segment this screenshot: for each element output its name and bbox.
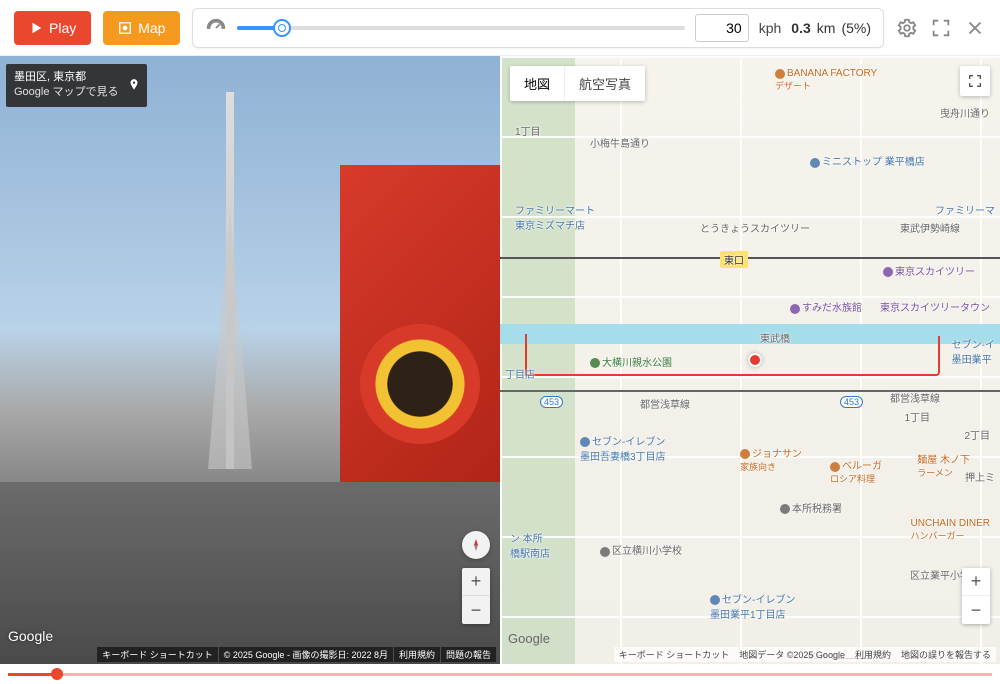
poi[interactable]: ファミリーマート 東京ミズマチ店: [515, 202, 595, 232]
speed-slider[interactable]: [237, 26, 684, 30]
google-logo: Google: [8, 628, 53, 644]
poi[interactable]: 東京スカイツリータウン: [880, 299, 990, 314]
map-icon: [118, 21, 132, 35]
distance-stats: 0.3 km (5%): [791, 20, 871, 36]
poi[interactable]: UNCHAIN DINERハンバーガー: [911, 518, 990, 542]
poi: 1丁目: [904, 409, 930, 424]
poi-exit[interactable]: 東口: [720, 251, 748, 268]
map-button[interactable]: Map: [103, 11, 180, 45]
poi[interactable]: セブン-イレブン 墨田吾妻橋3丁目店: [580, 433, 666, 463]
sv-shortcuts[interactable]: キーボード ショートカット: [96, 647, 218, 662]
route-progress[interactable]: [0, 664, 1000, 684]
poi[interactable]: セブン-イレブン 墨田業平1丁目店: [710, 591, 795, 621]
poi: 東武伊勢崎線: [900, 220, 960, 235]
settings-button[interactable]: [896, 17, 918, 39]
poi[interactable]: 丁目店: [505, 366, 535, 381]
close-icon: [964, 17, 986, 39]
poi[interactable]: すみだ水族館: [790, 299, 862, 314]
sv-terms[interactable]: 利用規約: [393, 647, 440, 662]
poi[interactable]: 麺屋 木ノ下ラーメン: [917, 451, 970, 479]
gear-icon: [896, 17, 918, 39]
sv-zoom-out[interactable]: −: [462, 596, 490, 624]
streetview-zoom: + −: [462, 568, 490, 624]
speed-unit: kph: [759, 20, 782, 36]
poi: 2丁目: [964, 427, 990, 442]
speed-slider-handle[interactable]: [273, 19, 291, 37]
route-polyline: [525, 336, 940, 376]
map-type-satellite[interactable]: 航空写真: [564, 66, 645, 101]
map-attribution: キーボード ショートカット 地図データ ©2025 Google 利用規約 地図…: [614, 647, 996, 662]
poi: 東武橋: [760, 330, 790, 345]
streetview-attribution: キーボード ショートカット © 2025 Google - 画像の撮影日: 20…: [96, 647, 496, 662]
poi[interactable]: 区立横川小学校: [600, 542, 682, 557]
poi: 1丁目: [515, 123, 541, 138]
map-label: Map: [138, 20, 165, 36]
location-title: 墨田区, 東京都: [14, 70, 119, 85]
expand-icon: [967, 73, 983, 89]
google-logo: Google: [508, 631, 550, 646]
poi[interactable]: 大横川親水公園: [590, 354, 672, 369]
map-pane[interactable]: BANANA FACTORYデザート 曳舟川通り 1丁目 小梅牛島通り ミニスト…: [500, 56, 1000, 664]
sv-zoom-in[interactable]: +: [462, 568, 490, 596]
fullscreen-icon: [930, 17, 952, 39]
streetview-pane[interactable]: 墨田区, 東京都 Google マップで見る + − Google キーボード …: [0, 56, 500, 664]
poi[interactable]: 東京スカイツリー: [883, 263, 975, 278]
location-pin-icon: [127, 76, 141, 94]
play-button[interactable]: Play: [14, 11, 91, 45]
map-zoom-in[interactable]: +: [962, 568, 990, 596]
map-zoom-out[interactable]: −: [962, 596, 990, 624]
map-report[interactable]: 地図の誤りを報告する: [896, 647, 996, 662]
location-card[interactable]: 墨田区, 東京都 Google マップで見る: [6, 64, 147, 107]
skytree-tower: [226, 92, 234, 469]
map-shortcuts[interactable]: キーボード ショートカット: [614, 647, 735, 662]
poi[interactable]: ファミリーマ: [935, 202, 995, 217]
sv-copyright: © 2025 Google - 画像の撮影日: 2022 8月: [218, 647, 393, 662]
route-badge: 453: [540, 396, 563, 408]
map-type-map[interactable]: 地図: [510, 66, 564, 101]
close-button[interactable]: [964, 17, 986, 39]
rail-line-tobu: [500, 257, 1000, 259]
poi: 都営浅草線: [640, 396, 690, 411]
map-data: 地図データ ©2025 Google: [734, 647, 850, 662]
top-toolbar: Play Map kph 0.3 km (5%): [0, 0, 1000, 56]
distance-value: 0.3: [791, 20, 810, 36]
gauge-icon: [205, 17, 227, 39]
poi[interactable]: ベルーガロシア料理: [830, 457, 882, 485]
poi: 都営浅草線: [890, 390, 940, 405]
play-icon: [29, 21, 43, 35]
speed-control: kph 0.3 km (5%): [192, 8, 884, 48]
poi[interactable]: ミニストップ 業平橋店: [810, 153, 925, 168]
distance-unit: km: [817, 20, 836, 36]
poi[interactable]: 本所税務署: [780, 500, 842, 515]
progress-handle[interactable]: [51, 668, 63, 680]
poi[interactable]: とうきょうスカイツリー: [700, 220, 810, 235]
map-terms[interactable]: 利用規約: [850, 647, 896, 662]
compass-icon: [468, 537, 484, 553]
split-panes: 墨田区, 東京都 Google マップで見る + − Google キーボード …: [0, 56, 1000, 664]
progress-track[interactable]: [8, 673, 992, 676]
fullscreen-button[interactable]: [930, 17, 952, 39]
progress-fill: [8, 673, 57, 676]
play-label: Play: [49, 20, 76, 36]
poi[interactable]: ン 本所 橋駅南店: [510, 530, 550, 560]
distance-pct: (5%): [841, 20, 871, 36]
compass-button[interactable]: [462, 531, 490, 559]
map-fullscreen-button[interactable]: [960, 66, 990, 96]
poi[interactable]: セブン-イ 墨田業平: [952, 336, 995, 366]
poi: 曳舟川通り: [940, 105, 990, 120]
poi[interactable]: ジョナサン家族向き: [740, 445, 802, 473]
current-position-marker[interactable]: [748, 353, 762, 367]
route-badge: 453: [840, 396, 863, 408]
map-zoom: + −: [962, 568, 990, 624]
location-subtitle[interactable]: Google マップで見る: [14, 85, 119, 100]
poi: 小梅牛島通り: [590, 135, 650, 150]
map-type-switch: 地図 航空写真: [510, 66, 645, 101]
sv-report[interactable]: 問題の報告: [440, 647, 496, 662]
poi[interactable]: BANANA FACTORYデザート: [775, 68, 877, 92]
poi: 押上ミ: [965, 469, 995, 484]
speed-input[interactable]: [695, 14, 749, 42]
